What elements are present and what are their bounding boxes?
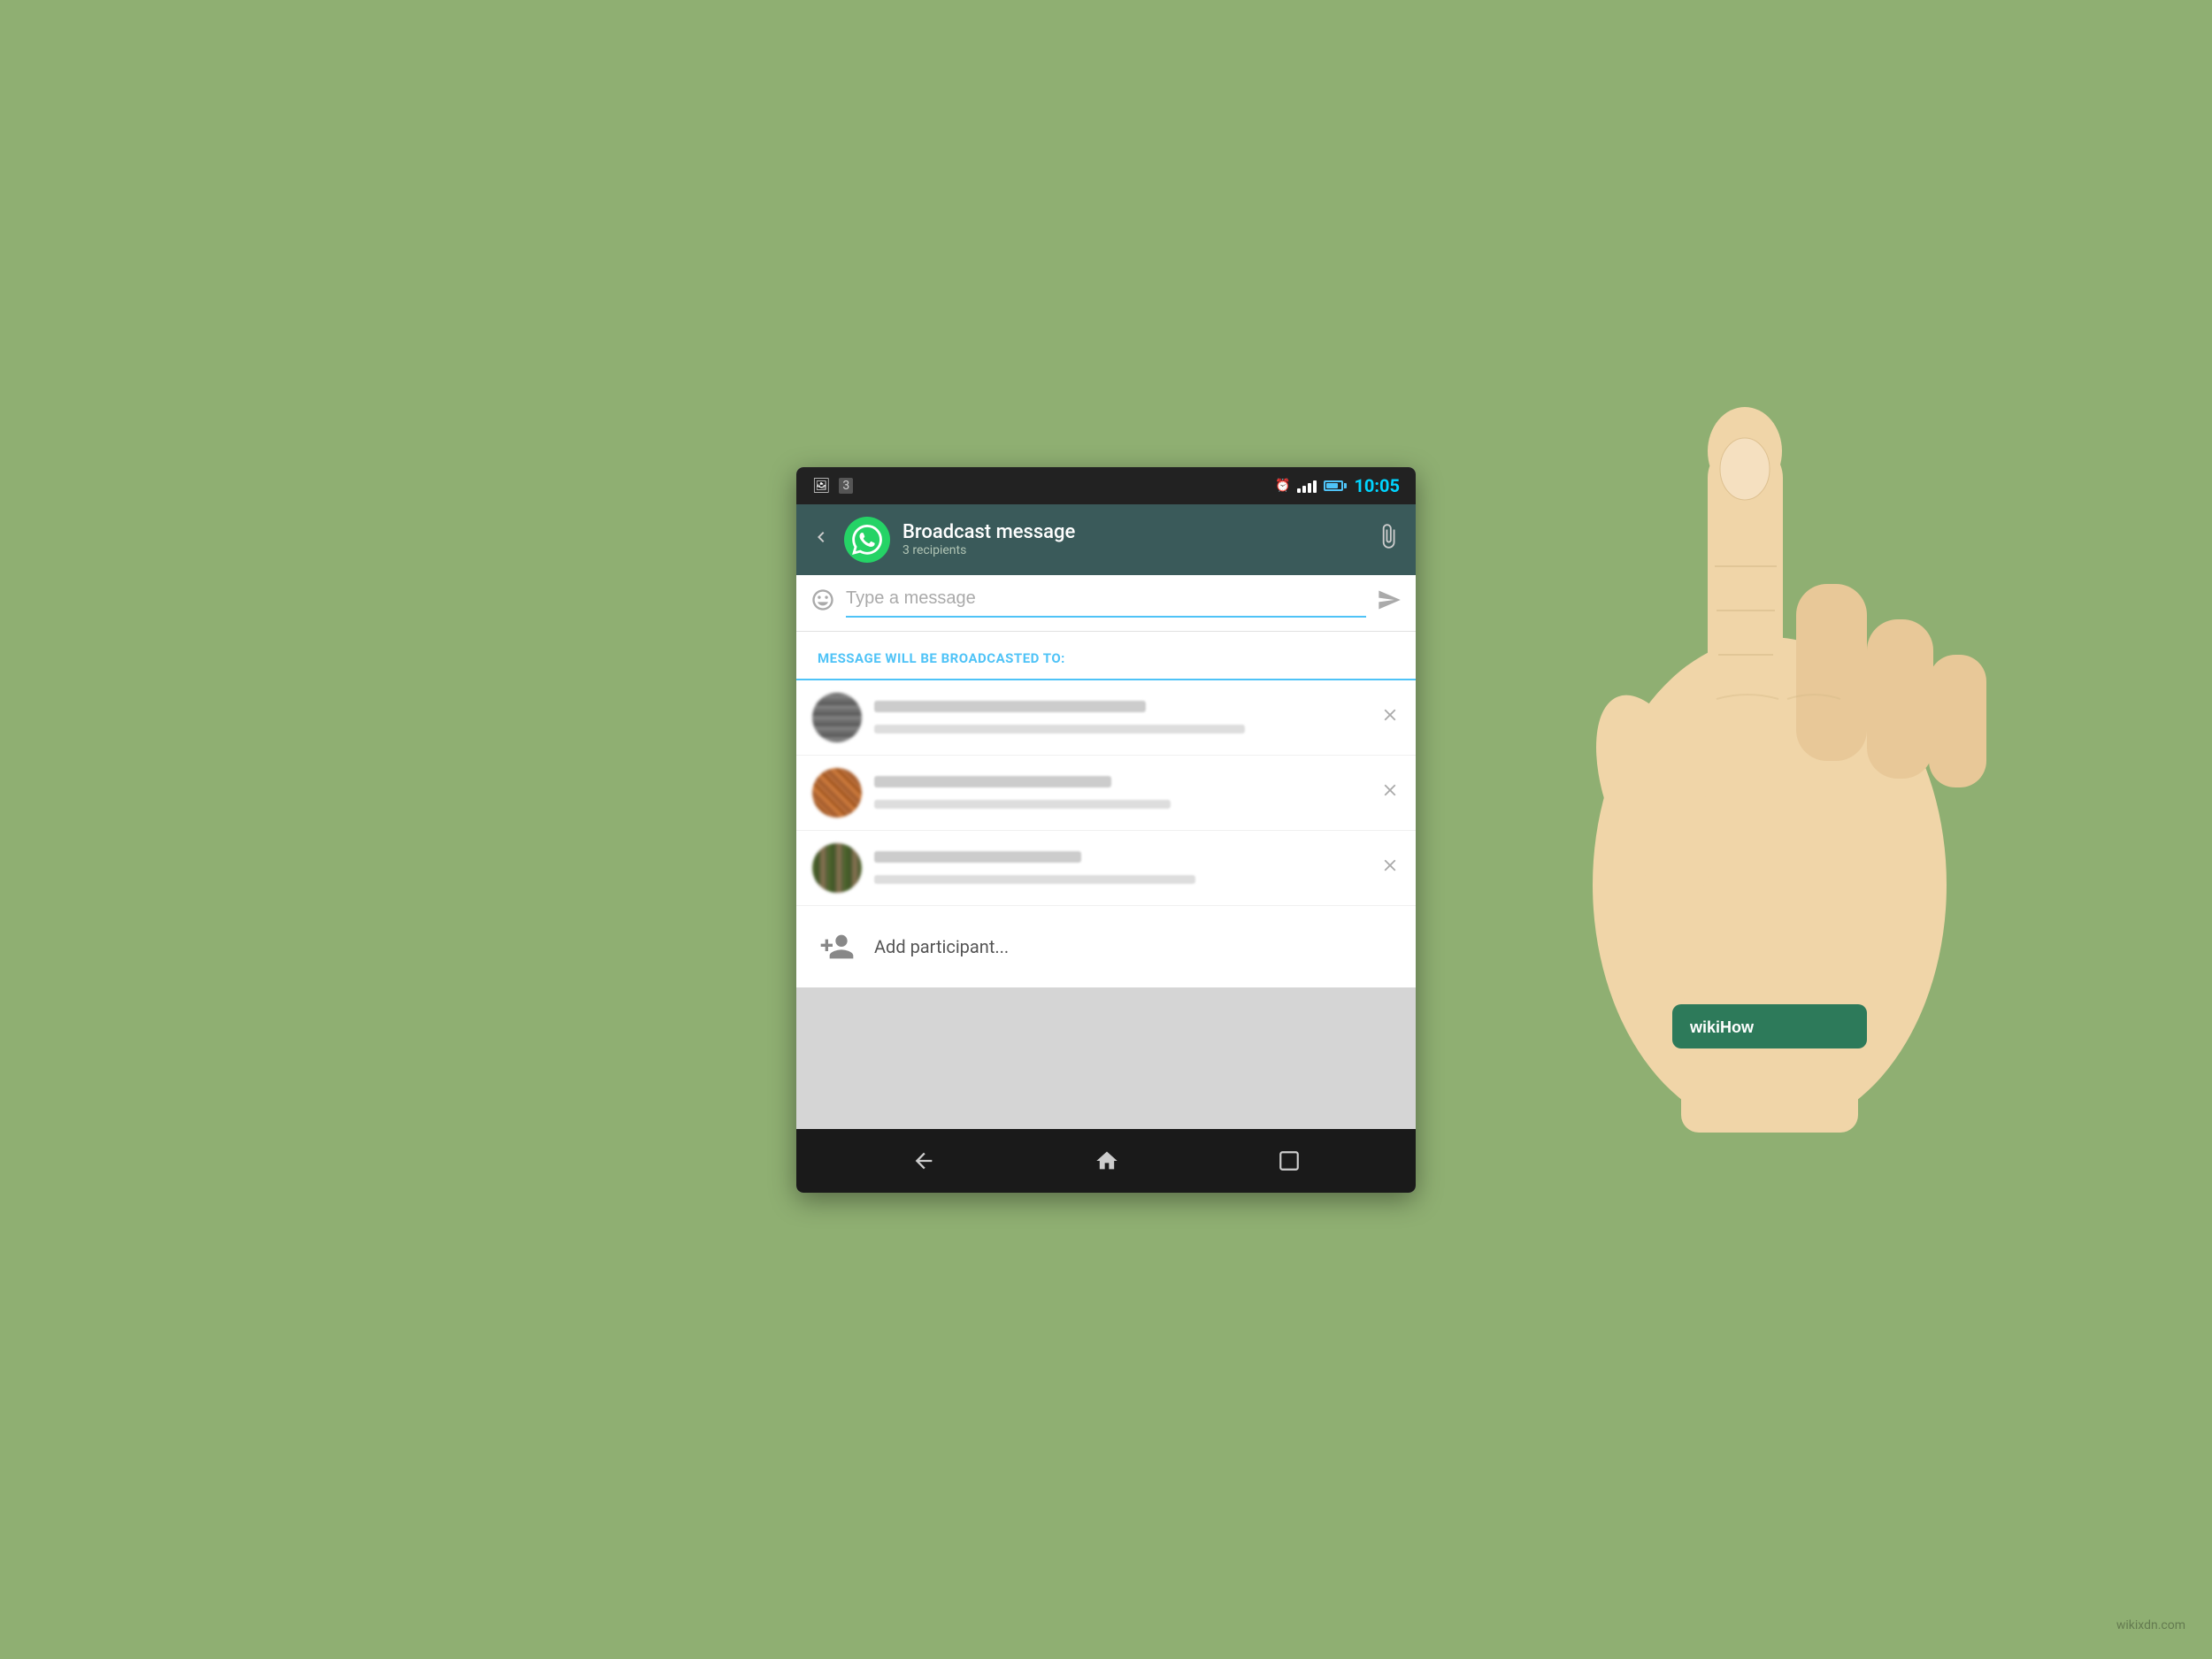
message-input[interactable] [846, 588, 1366, 618]
broadcast-area: MESSAGE WILL BE BROADCASTED TO: [796, 632, 1416, 987]
participant-info [874, 701, 1368, 733]
message-area [796, 575, 1416, 632]
participant-info [874, 776, 1368, 809]
participant-sub-bar [874, 725, 1245, 733]
status-time: 10:05 [1354, 475, 1400, 496]
back-arrow-icon[interactable] [810, 526, 832, 553]
phone-frame: 🖼 3 ⏰ [796, 467, 1416, 1193]
toolbar-title-block: Broadcast message 3 recipients [902, 521, 1363, 557]
status-bar-left: 🖼 3 [812, 477, 853, 494]
participant-name-bar [874, 851, 1081, 863]
broadcast-header: MESSAGE WILL BE BROADCASTED TO: [796, 632, 1416, 680]
gallery-icon: 🖼 [812, 477, 830, 494]
participant-item [796, 831, 1416, 906]
participant-sub-bar [874, 875, 1195, 884]
participant-sub-bar [874, 800, 1171, 809]
watermark: wikixdn.com [2116, 1618, 2185, 1632]
toolbar-title: Broadcast message [902, 521, 1363, 543]
avatar [812, 768, 862, 818]
status-bar: 🖼 3 ⏰ [796, 467, 1416, 504]
toolbar: Broadcast message 3 recipients [796, 504, 1416, 575]
broadcast-header-text: MESSAGE WILL BE BROADCASTED TO: [818, 650, 1065, 666]
signal-icon [1297, 479, 1317, 493]
add-participant-button[interactable]: Add participant... [796, 906, 1416, 987]
add-participant-label: Add participant... [874, 936, 1009, 957]
screenshot-icon: 3 [839, 478, 853, 494]
remove-participant-button[interactable] [1380, 780, 1400, 805]
participant-list: Add participant... [796, 680, 1416, 987]
nav-home-button[interactable] [1094, 1148, 1119, 1173]
toolbar-subtitle: 3 recipients [902, 543, 1363, 557]
message-input-wrapper [846, 588, 1366, 618]
alarm-icon: ⏰ [1275, 479, 1290, 493]
nav-recents-button[interactable] [1278, 1149, 1301, 1172]
remove-participant-button[interactable] [1380, 705, 1400, 730]
page-wrapper: 🖼 3 ⏰ [0, 0, 2212, 1659]
avatar [812, 693, 862, 742]
add-participant-icon [812, 922, 862, 972]
participant-name-bar [874, 776, 1111, 787]
send-icon[interactable] [1377, 588, 1402, 618]
participant-item [796, 756, 1416, 831]
participant-item [796, 680, 1416, 756]
watermark-text: wikixdn.com [2116, 1618, 2185, 1632]
status-bar-right: ⏰ 10:05 [1275, 475, 1400, 496]
participant-name-bar [874, 701, 1146, 712]
emoji-icon[interactable] [810, 588, 835, 618]
nav-bar [796, 1129, 1416, 1193]
bottom-gray-area [796, 987, 1416, 1129]
battery-icon [1324, 480, 1347, 491]
participant-info [874, 851, 1368, 884]
whatsapp-logo [844, 517, 890, 563]
avatar [812, 843, 862, 893]
paperclip-icon[interactable] [1375, 523, 1402, 556]
remove-participant-button[interactable] [1380, 856, 1400, 880]
nav-back-button[interactable] [911, 1148, 936, 1173]
